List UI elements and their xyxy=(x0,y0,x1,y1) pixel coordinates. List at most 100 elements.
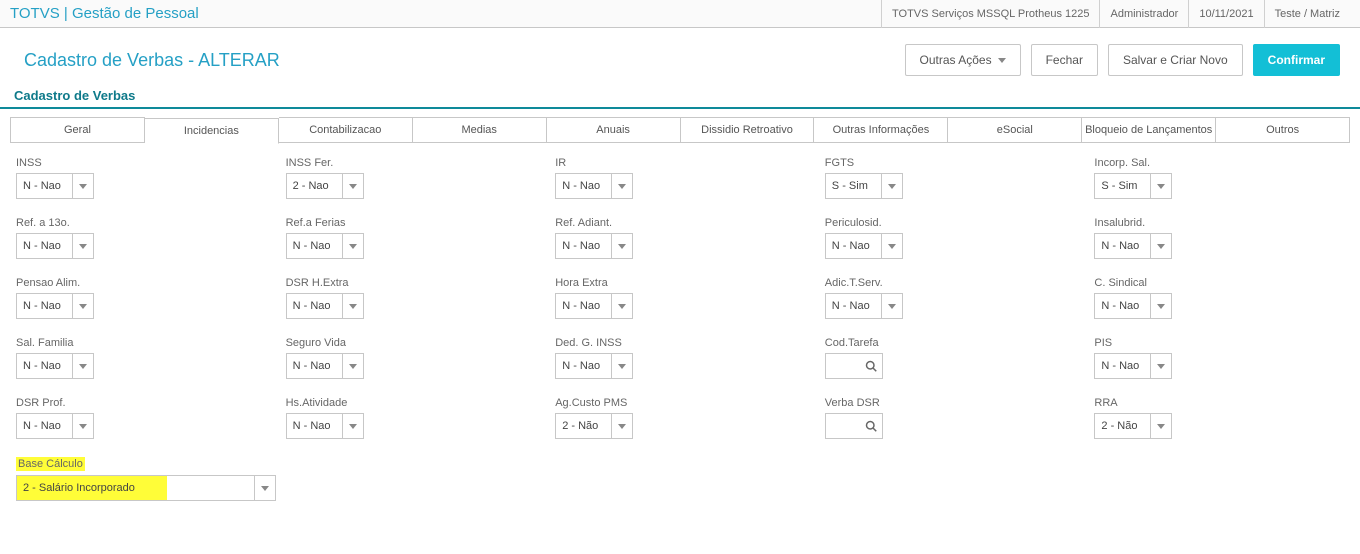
dropdown-hs-atividade[interactable] xyxy=(342,413,364,439)
combo-inss[interactable] xyxy=(16,173,94,199)
input-incorp-sal[interactable] xyxy=(1094,173,1150,199)
combo-ref-13[interactable] xyxy=(16,233,94,259)
field-ref-adiant: Ref. Adiant. xyxy=(555,217,805,259)
dropdown-ref-adiant[interactable] xyxy=(611,233,633,259)
dropdown-ir[interactable] xyxy=(611,173,633,199)
dropdown-fgts[interactable] xyxy=(881,173,903,199)
tab-esocial[interactable]: eSocial xyxy=(948,117,1082,143)
tab-contabilizacao[interactable]: Contabilizacao xyxy=(279,117,413,143)
input-ref-adiant[interactable] xyxy=(555,233,611,259)
dropdown-insalubrid[interactable] xyxy=(1150,233,1172,259)
input-ag-custo-pms[interactable] xyxy=(555,413,611,439)
lookup-cod-tarefa[interactable] xyxy=(825,353,903,379)
combo-ref-ferias[interactable] xyxy=(286,233,364,259)
dropdown-ref-ferias[interactable] xyxy=(342,233,364,259)
combo-sal-familia[interactable] xyxy=(16,353,94,379)
close-button[interactable]: Fechar xyxy=(1031,44,1098,76)
input-dsr-prof[interactable] xyxy=(16,413,72,439)
dropdown-sal-familia[interactable] xyxy=(72,353,94,379)
input-sal-familia[interactable] xyxy=(16,353,72,379)
label-hora-extra: Hora Extra xyxy=(555,277,805,289)
combo-c-sindical[interactable] xyxy=(1094,293,1172,319)
tab-bloqueio[interactable]: Bloqueio de Lançamentos xyxy=(1082,117,1216,143)
combo-ir[interactable] xyxy=(555,173,633,199)
dropdown-c-sindical[interactable] xyxy=(1150,293,1172,319)
input-rra[interactable] xyxy=(1094,413,1150,439)
combo-pensao-alim[interactable] xyxy=(16,293,94,319)
field-hora-extra: Hora Extra xyxy=(555,277,805,319)
input-ref-13[interactable] xyxy=(16,233,72,259)
input-verba-dsr[interactable] xyxy=(825,413,883,439)
dropdown-dsr-prof[interactable] xyxy=(72,413,94,439)
input-hs-atividade[interactable] xyxy=(286,413,342,439)
input-inss-fer[interactable] xyxy=(286,173,342,199)
combo-incorp-sal[interactable] xyxy=(1094,173,1172,199)
input-inss[interactable] xyxy=(16,173,72,199)
input-adic-tserv[interactable] xyxy=(825,293,881,319)
dropdown-base-calculo[interactable] xyxy=(254,475,276,501)
combo-periculosid[interactable] xyxy=(825,233,903,259)
input-ref-ferias[interactable] xyxy=(286,233,342,259)
dropdown-dsr-hextra[interactable] xyxy=(342,293,364,319)
input-cod-tarefa[interactable] xyxy=(825,353,883,379)
input-fgts[interactable] xyxy=(825,173,881,199)
dropdown-inss[interactable] xyxy=(72,173,94,199)
dropdown-incorp-sal[interactable] xyxy=(1150,173,1172,199)
input-hora-extra[interactable] xyxy=(555,293,611,319)
input-pensao-alim[interactable] xyxy=(16,293,72,319)
dropdown-pensao-alim[interactable] xyxy=(72,293,94,319)
tab-geral[interactable]: Geral xyxy=(10,117,145,143)
combo-ag-custo-pms[interactable] xyxy=(555,413,633,439)
combo-pis[interactable] xyxy=(1094,353,1172,379)
combo-adic-tserv[interactable] xyxy=(825,293,903,319)
dropdown-ref-13[interactable] xyxy=(72,233,94,259)
input-ir[interactable] xyxy=(555,173,611,199)
dropdown-periculosid[interactable] xyxy=(881,233,903,259)
input-insalubrid[interactable] xyxy=(1094,233,1150,259)
input-c-sindical[interactable] xyxy=(1094,293,1150,319)
combo-ded-g-inss[interactable] xyxy=(555,353,633,379)
label-ref-adiant: Ref. Adiant. xyxy=(555,217,805,229)
label-incorp-sal: Incorp. Sal. xyxy=(1094,157,1344,169)
lookup-verba-dsr[interactable] xyxy=(825,413,903,439)
combo-seguro-vida[interactable] xyxy=(286,353,364,379)
combo-rra[interactable] xyxy=(1094,413,1172,439)
confirm-button[interactable]: Confirmar xyxy=(1253,44,1340,76)
dropdown-adic-tserv[interactable] xyxy=(881,293,903,319)
action-row: Outras Ações Fechar Salvar e Criar Novo … xyxy=(905,44,1340,76)
page-header: Cadastro de Verbas - ALTERAR Outras Açõe… xyxy=(0,28,1360,88)
input-pis[interactable] xyxy=(1094,353,1150,379)
input-ded-g-inss[interactable] xyxy=(555,353,611,379)
save-and-new-button[interactable]: Salvar e Criar Novo xyxy=(1108,44,1243,76)
dropdown-hora-extra[interactable] xyxy=(611,293,633,319)
dropdown-inss-fer[interactable] xyxy=(342,173,364,199)
tab-incidencias[interactable]: Incidencias xyxy=(145,118,279,144)
dropdown-pis[interactable] xyxy=(1150,353,1172,379)
tab-dissidio[interactable]: Dissidio Retroativo xyxy=(681,117,815,143)
tab-medias[interactable]: Medias xyxy=(413,117,547,143)
input-dsr-hextra[interactable] xyxy=(286,293,342,319)
tab-outras-info[interactable]: Outras Informações xyxy=(814,117,948,143)
input-periculosid[interactable] xyxy=(825,233,881,259)
combo-dsr-hextra[interactable] xyxy=(286,293,364,319)
combo-inss-fer[interactable] xyxy=(286,173,364,199)
other-actions-button[interactable]: Outras Ações xyxy=(905,44,1021,76)
input-base-calculo[interactable] xyxy=(16,475,254,501)
combo-insalubrid[interactable] xyxy=(1094,233,1172,259)
dropdown-rra[interactable] xyxy=(1150,413,1172,439)
input-seguro-vida[interactable] xyxy=(286,353,342,379)
combo-dsr-prof[interactable] xyxy=(16,413,94,439)
combo-hora-extra[interactable] xyxy=(555,293,633,319)
page-title: Cadastro de Verbas - ALTERAR xyxy=(24,50,280,71)
tab-anuais[interactable]: Anuais xyxy=(547,117,681,143)
combo-hs-atividade[interactable] xyxy=(286,413,364,439)
combo-fgts[interactable] xyxy=(825,173,903,199)
dropdown-seguro-vida[interactable] xyxy=(342,353,364,379)
dropdown-ded-g-inss[interactable] xyxy=(611,353,633,379)
chevron-down-icon xyxy=(261,486,269,491)
combo-base-calculo[interactable] xyxy=(16,475,276,501)
dropdown-ag-custo-pms[interactable] xyxy=(611,413,633,439)
field-seguro-vida: Seguro Vida xyxy=(286,337,536,379)
tab-outros[interactable]: Outros xyxy=(1216,117,1350,143)
combo-ref-adiant[interactable] xyxy=(555,233,633,259)
